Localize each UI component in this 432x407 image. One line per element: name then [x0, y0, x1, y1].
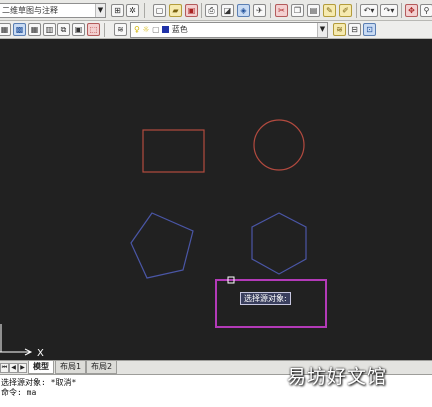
- preview-icon[interactable]: ◪: [221, 4, 234, 17]
- lightbulb-icon: ♀: [134, 25, 140, 34]
- draw-icon[interactable]: ▦: [0, 23, 11, 36]
- watermark: 易坊好文馆: [287, 366, 388, 388]
- toolbar-separator: [201, 3, 202, 18]
- paste-icon[interactable]: ▤: [307, 4, 320, 17]
- workspace-settings-icon[interactable]: ⊞: [111, 4, 124, 17]
- copy-icon[interactable]: ❐: [291, 4, 304, 17]
- publish-icon[interactable]: ◈: [237, 4, 250, 17]
- zoom-icon[interactable]: ⚲: [420, 4, 432, 17]
- layer-manager-icon[interactable]: ≋: [114, 23, 127, 36]
- cut-icon[interactable]: ✂: [275, 4, 288, 17]
- toolbar-separator: [401, 3, 402, 18]
- toolbar-separator: [104, 23, 105, 37]
- ucs-x-label: X: [37, 348, 44, 359]
- undo-icon[interactable]: ↶▾: [360, 4, 378, 17]
- drawing-canvas[interactable]: X 选择源对象:: [0, 39, 432, 360]
- workspace-combo-value: 二维草图与注释: [2, 6, 58, 15]
- layer-combo[interactable]: ♀ ☼ ▢ 蓝色 ▼: [130, 22, 328, 38]
- layer-combo-value: 蓝色: [171, 25, 188, 34]
- tooltip: 选择源对象:: [240, 292, 291, 305]
- cad-window: 二维草图与注释 ▼ ⊞ ✲ ▢ ▰ ▣ ⎙ ◪ ◈ ✈ ✂ ❐ ▤ ✎ ✐ ↶▾…: [0, 0, 432, 407]
- next-tab-icon[interactable]: ▶: [18, 363, 27, 373]
- tab-model[interactable]: 模型: [28, 361, 54, 374]
- workspace-combo[interactable]: 二维草图与注释 ▼: [0, 3, 106, 18]
- gear-icon[interactable]: ✲: [126, 4, 139, 17]
- layer-iso-icon[interactable]: ⊟: [348, 23, 361, 36]
- drawing-svg: X: [0, 119, 327, 359]
- prev-tab-icon[interactable]: ◀: [9, 363, 18, 373]
- first-tab-icon[interactable]: ⏮: [0, 363, 9, 373]
- grid-icon[interactable]: ▩: [13, 23, 26, 36]
- layer-prev-icon[interactable]: ≋: [333, 23, 346, 36]
- hexagon-shape[interactable]: [251, 212, 307, 275]
- layer-state-icon[interactable]: ⊡: [363, 23, 376, 36]
- toolbar-separator: [356, 3, 357, 18]
- layers-toolbar: ▦ ▩ ▦ ▥ ⧉ ▣ ⬚ ≋ ♀ ☼ ▢ 蓝色 ▼ ≋ ⊟ ⊡: [0, 21, 432, 39]
- rectangle-shape[interactable]: [142, 129, 205, 173]
- lock-icon: ▢: [152, 25, 160, 34]
- qnew-icon[interactable]: ▢: [153, 4, 166, 17]
- save-icon[interactable]: ▣: [185, 4, 198, 17]
- plot-icon[interactable]: ⎙: [205, 4, 218, 17]
- etransmit-icon[interactable]: ✈: [253, 4, 266, 17]
- table-icon[interactable]: ▦: [28, 23, 41, 36]
- standard-toolbar: 二维草图与注释 ▼ ⊞ ✲ ▢ ▰ ▣ ⎙ ◪ ◈ ✈ ✂ ❐ ▤ ✎ ✐ ↶▾…: [0, 0, 432, 21]
- pentagon-shape[interactable]: [130, 212, 194, 279]
- toolbar-separator: [144, 3, 145, 18]
- command-prompt-line[interactable]: 命令: ma: [1, 388, 432, 398]
- insert-icon[interactable]: ▣: [72, 23, 85, 36]
- brush-icon[interactable]: ✐: [339, 4, 352, 17]
- pan-icon[interactable]: ✥: [405, 4, 418, 17]
- tab-layout1[interactable]: 布局1: [55, 361, 87, 374]
- chevron-down-icon[interactable]: ▼: [317, 23, 327, 37]
- redo-icon[interactable]: ↷▾: [380, 4, 398, 17]
- sun-icon: ☼: [142, 25, 150, 34]
- toolbar-separator: [270, 3, 271, 18]
- open-icon[interactable]: ▰: [169, 4, 182, 17]
- properties-icon[interactable]: ⬚: [87, 23, 100, 36]
- layout-icon[interactable]: ▥: [43, 23, 56, 36]
- matchprop-icon[interactable]: ✎: [323, 4, 336, 17]
- chevron-down-icon[interactable]: ▼: [95, 4, 105, 17]
- tab-layout2[interactable]: 布局2: [86, 361, 118, 374]
- circle-shape[interactable]: [253, 119, 305, 171]
- block-icon[interactable]: ⧉: [57, 23, 70, 36]
- layer-color-swatch-icon: [162, 26, 170, 33]
